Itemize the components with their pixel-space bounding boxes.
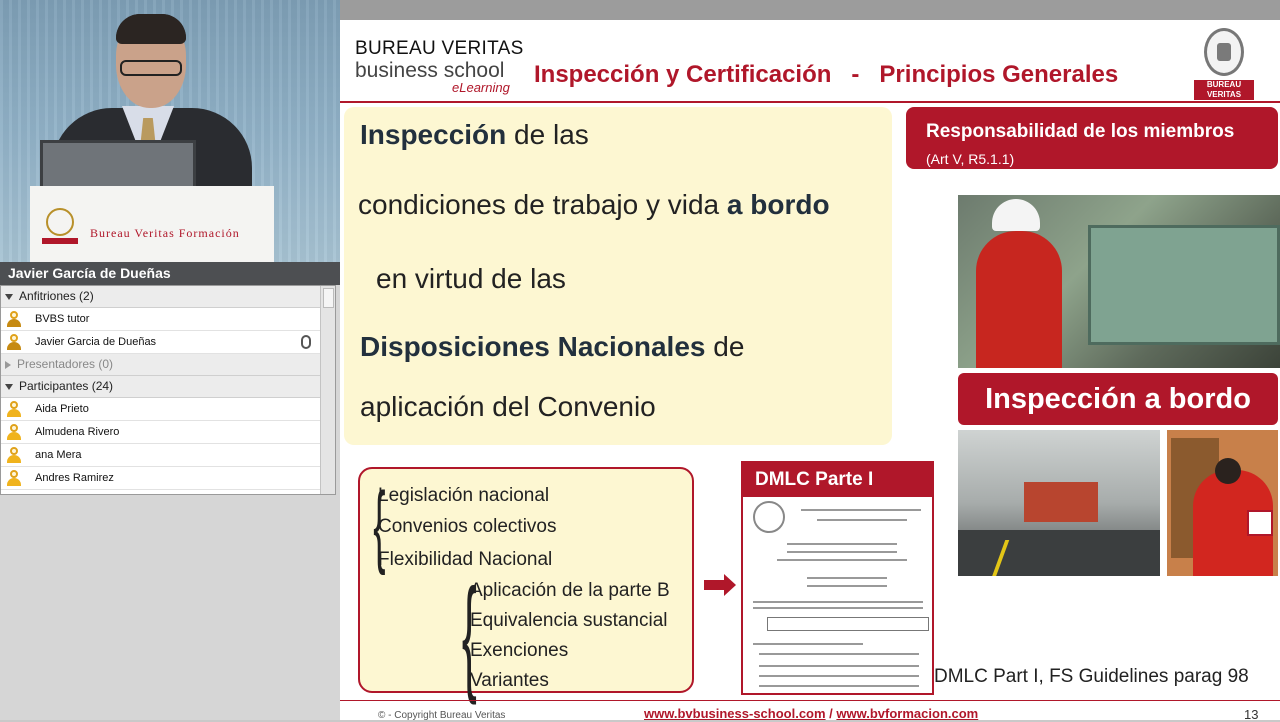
host-user-icon	[7, 334, 21, 350]
arrow-right-icon	[704, 574, 736, 596]
attendee-name: Javier Garcia de Dueñas	[35, 336, 157, 348]
slide-title: Inspección y Certificación - Principios …	[534, 61, 1119, 88]
attendee-name: BVBS tutor	[35, 313, 90, 325]
group-hosts[interactable]: Anfitriones (2)	[1, 286, 335, 308]
list-item: Variantes	[470, 670, 549, 691]
attendee-name: ana Mera	[35, 449, 82, 461]
main-line-2: condiciones de trabajo y vida a bordo	[358, 189, 830, 220]
responsibility-ref: (Art V, R5.1.1)	[926, 151, 1015, 167]
user-icon	[7, 447, 21, 463]
header-divider	[340, 101, 1280, 103]
seal-label: BUREAU VERITAS	[1194, 80, 1254, 100]
scrollbar[interactable]	[320, 286, 335, 494]
group-participants[interactable]: Participantes (24)	[1, 376, 335, 398]
list-item[interactable]: Almudena Rivero	[1, 421, 335, 444]
group-label: Anfitriones (2)	[19, 289, 94, 303]
user-icon	[7, 470, 21, 486]
bureau-veritas-seal-icon: BUREAU VERITAS	[1194, 28, 1254, 100]
laptop	[40, 140, 196, 192]
brand-line-1: BUREAU VERITAS	[355, 38, 524, 59]
main-line-5: aplicación del Convenio	[360, 391, 656, 422]
copyright: © - Copyright Bureau Veritas	[378, 710, 506, 721]
main-text-box: Inspección de las condiciones de trabajo…	[344, 107, 892, 445]
main-line-4: Disposiciones Nacionales de	[360, 331, 745, 362]
link-formacion[interactable]: www.bvformacion.com	[836, 706, 978, 721]
attendee-name: Almudena Rivero	[35, 426, 120, 438]
list-item[interactable]: Aida Prieto	[1, 398, 335, 421]
presenter-glasses	[120, 60, 182, 76]
list-item: Equivalencia sustancial	[470, 610, 668, 631]
host-user-icon	[7, 311, 21, 327]
dmlc-title: DMLC Parte I	[743, 463, 932, 497]
presenter-name: Javier García de Dueñas	[0, 262, 340, 285]
responsibility-box: Responsabilidad de los miembros (Art V, …	[906, 107, 1278, 169]
photo-lathe-inspection	[958, 195, 1280, 368]
group-label: Presentadores (0)	[17, 357, 114, 371]
lectern-text: Bureau Veritas Formación	[90, 226, 240, 240]
chevron-down-icon[interactable]	[5, 383, 13, 390]
list-item: Exenciones	[470, 640, 569, 661]
inspection-onboard-label: Inspección a bordo	[958, 373, 1278, 425]
legislation-box: { Legislación nacional Convenios colecti…	[358, 467, 694, 699]
slide-top-bar	[340, 0, 1280, 20]
lectern-logo-icon	[40, 208, 80, 252]
list-item: Legislación nacional	[378, 485, 550, 506]
responsibility-title: Responsabilidad de los miembros	[926, 121, 1235, 142]
dmlc-document-image	[747, 499, 929, 693]
photo-cargo-deck	[958, 430, 1160, 576]
slide: BUREAU VERITAS business school eLearning…	[340, 0, 1280, 722]
link-business-school[interactable]: www.bvbusiness-school.com	[644, 706, 826, 721]
photo-inspector	[1167, 430, 1278, 576]
footer-links: www.bvbusiness-school.com / www.bvformac…	[644, 706, 979, 721]
presenter-video: Bureau Veritas Formación	[0, 0, 340, 262]
attendee-name: Andres Ramirez	[35, 472, 114, 484]
footer-divider	[340, 700, 1280, 701]
list-item[interactable]: Javier Garcia de Dueñas	[1, 331, 335, 354]
microphone-icon[interactable]	[301, 335, 311, 349]
user-icon	[7, 424, 21, 440]
list-item[interactable]: BVBS tutor	[1, 308, 335, 331]
list-item[interactable]: Andres Ramirez	[1, 467, 335, 490]
brand-line-3: eLearning	[452, 80, 510, 95]
main-line-3: en virtud de las	[376, 263, 566, 294]
user-icon	[7, 401, 21, 417]
chevron-down-icon[interactable]	[5, 293, 13, 300]
group-label: Participantes (24)	[19, 379, 114, 393]
attendee-name: Aida Prieto	[35, 403, 89, 415]
main-line-1: Inspección de las	[360, 119, 589, 150]
presenter-hair-top	[116, 14, 186, 44]
attendee-list[interactable]: Anfitriones (2) BVBS tutor Javier Garcia…	[0, 285, 336, 495]
list-item: Convenios colectivos	[378, 516, 557, 537]
left-panel: Bureau Veritas Formación Javier García d…	[0, 0, 340, 720]
dmlc-document-box: DMLC Parte I	[741, 461, 934, 695]
guidelines-reference: DMLC Part I, FS Guidelines parag 98	[934, 666, 1249, 687]
group-presenters[interactable]: Presentadores (0)	[1, 354, 335, 376]
scrollbar-thumb[interactable]	[323, 288, 334, 308]
list-item: Aplicación de la parte B	[470, 580, 670, 601]
list-item[interactable]: ana Mera	[1, 444, 335, 467]
chevron-right-icon[interactable]	[5, 360, 11, 369]
